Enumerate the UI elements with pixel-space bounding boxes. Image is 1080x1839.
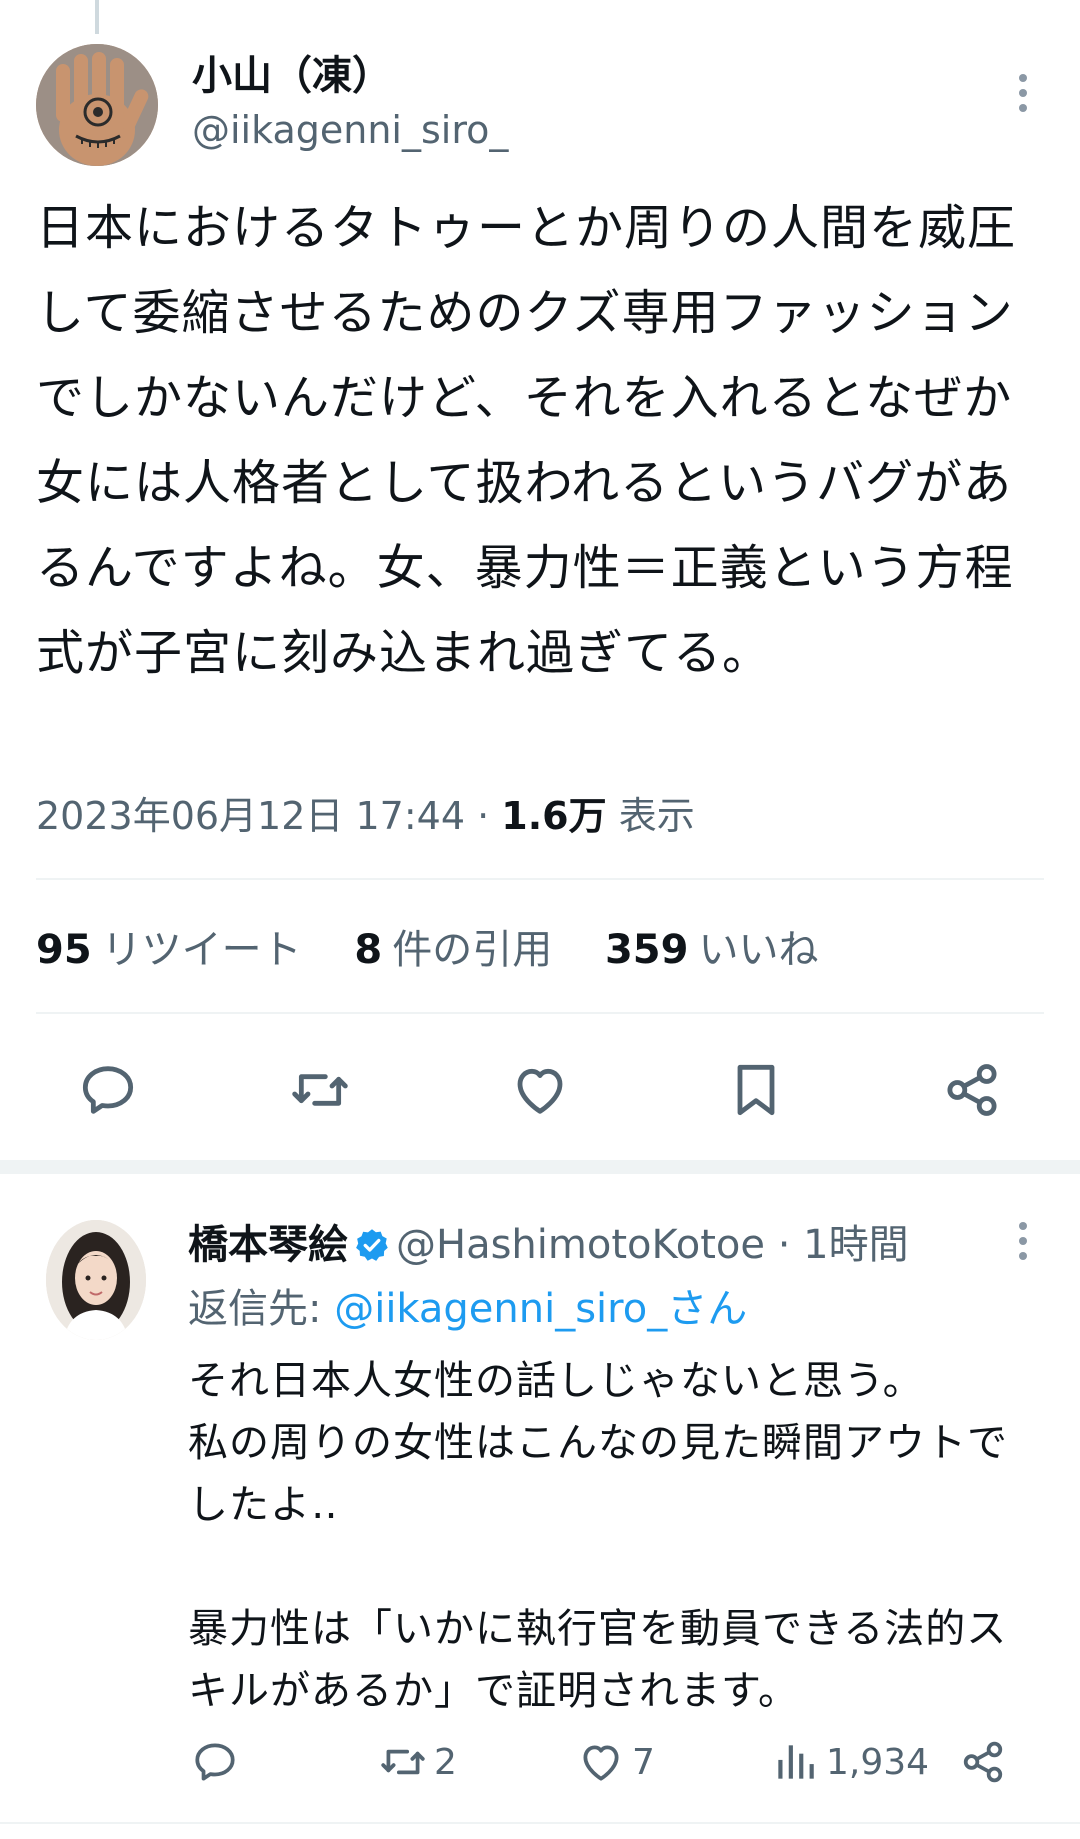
reply-author-name[interactable]: 橋本琴絵 — [188, 1222, 348, 1268]
more-icon[interactable] — [1008, 70, 1038, 116]
author-avatar[interactable] — [36, 44, 158, 166]
like-count: 7 — [632, 1741, 655, 1783]
more-icon[interactable] — [1008, 1218, 1038, 1264]
share-action[interactable] — [958, 1734, 1008, 1790]
tweet-stats: 95 リツイート 8 件の引用 359 いいね — [36, 925, 858, 975]
reply-text: それ日本人女性の話しじゃないと思う。 私の周りの女性はこんなの見た瞬間アウトでし… — [188, 1358, 1008, 1714]
reply-header: 橋本琴絵 @HashimotoKotoe · 1時間 — [188, 1218, 909, 1272]
verified-badge-icon — [356, 1229, 388, 1261]
views-count: 1,934 — [826, 1741, 930, 1783]
reply-author-avatar[interactable] — [46, 1220, 146, 1340]
tweet-timestamp[interactable]: 2023年06月12日 17:44 — [36, 794, 465, 838]
retweet-icon[interactable] — [288, 1058, 352, 1122]
meta-separator: · — [477, 794, 490, 838]
replying-to: 返信先: @iikagenni_siro_さん — [188, 1282, 747, 1336]
reply-author-handle[interactable]: @HashimotoKotoe — [396, 1222, 765, 1268]
divider — [36, 1012, 1044, 1014]
section-divider — [0, 1160, 1080, 1174]
quotes-stat[interactable]: 8 件の引用 — [354, 927, 552, 973]
likes-count: 359 — [604, 927, 689, 973]
like-icon[interactable] — [508, 1058, 572, 1122]
retweet-icon — [381, 1749, 425, 1775]
reply-icon — [195, 1743, 235, 1781]
views-action[interactable]: 1,934 — [770, 1734, 929, 1790]
author-name[interactable]: 小山（凍） — [192, 52, 392, 100]
views-count: 1.6万 — [501, 794, 607, 838]
likes-stat[interactable]: 359 いいね — [605, 927, 819, 973]
thread-connector-line — [95, 0, 99, 34]
like-icon — [583, 1745, 619, 1781]
views-icon — [778, 1745, 814, 1779]
tweet-text: 日本におけるタトゥーとか周りの人間を威圧して委縮させるためのクズ専用ファッション… — [36, 200, 1017, 681]
retweets-stat[interactable]: 95 リツイート — [36, 927, 302, 973]
retweets-count: 95 — [36, 927, 92, 973]
divider — [36, 878, 1044, 880]
bookmark-icon[interactable] — [724, 1058, 788, 1122]
share-icon[interactable] — [940, 1058, 1004, 1122]
reply-action[interactable] — [190, 1734, 240, 1790]
retweet-action[interactable]: 2 — [378, 1734, 457, 1790]
reply-time[interactable]: · 1時間 — [778, 1222, 909, 1268]
reply-to-mention[interactable]: @iikagenni_siro_さん — [334, 1286, 747, 1332]
tweet-detail-page: 小山（凍） @iikagenni_siro_ 日本におけるタトゥーとか周りの人間… — [0, 0, 1080, 1839]
quotes-label: 件の引用 — [392, 927, 553, 973]
like-action[interactable]: 7 — [576, 1734, 655, 1790]
divider — [0, 1822, 1080, 1824]
likes-label: いいね — [698, 927, 819, 973]
author-handle[interactable]: @iikagenni_siro_ — [192, 106, 508, 154]
reply-icon[interactable] — [76, 1058, 140, 1122]
share-icon — [963, 1741, 1003, 1783]
retweet-count: 2 — [434, 1741, 457, 1783]
reply-to-prefix: 返信先: — [188, 1286, 335, 1332]
retweets-label: リツイート — [101, 927, 302, 973]
quotes-count: 8 — [354, 927, 383, 973]
views-label: 表示 — [618, 794, 695, 838]
tweet-meta: 2023年06月12日 17:44 · 1.6万 表示 — [36, 792, 695, 840]
